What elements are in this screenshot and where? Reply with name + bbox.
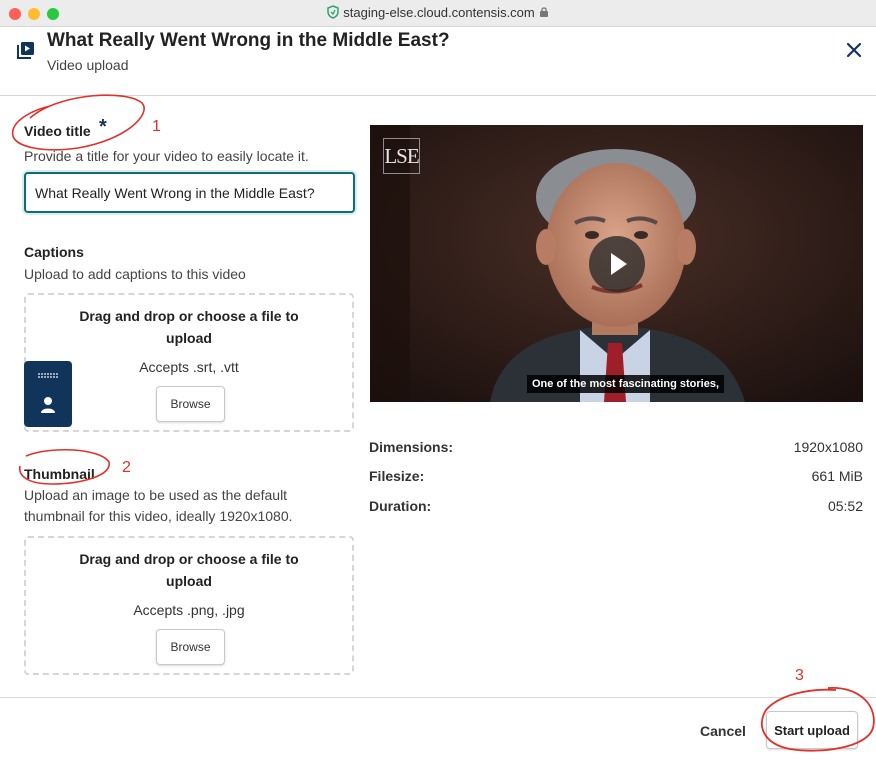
person-icon: [41, 397, 55, 413]
video-preview[interactable]: LSE One of the most fascinating stories,: [370, 125, 863, 402]
url-text: staging-else.cloud.contensis.com: [343, 5, 535, 20]
thumbnail-dropzone[interactable]: Drag and drop or choose a file to upload…: [24, 536, 354, 675]
thumbnail-browse-button[interactable]: Browse: [156, 629, 225, 665]
close-icon[interactable]: [844, 40, 864, 60]
annotation-number-2: 2: [122, 459, 131, 476]
meta-key-filesize: Filesize:: [369, 468, 425, 484]
meta-value-filesize: 661 MiB: [811, 468, 863, 484]
start-upload-button[interactable]: Start upload: [766, 711, 858, 749]
meta-value-duration: 05:52: [827, 498, 863, 514]
video-title-label: Video title: [24, 123, 91, 139]
captions-help: Upload to add captions to this video: [24, 266, 246, 282]
page-title: What Really Went Wrong in the Middle Eas…: [47, 30, 450, 51]
meta-key-dimensions: Dimensions:: [369, 439, 454, 455]
play-icon: [611, 253, 627, 275]
cancel-button[interactable]: Cancel: [700, 723, 746, 739]
play-button[interactable]: [589, 236, 645, 292]
address-bar[interactable]: staging-else.cloud.contensis.com: [0, 5, 876, 22]
captions-browse-button[interactable]: Browse: [156, 386, 225, 422]
captions-label: Captions: [24, 244, 84, 260]
captions-dropzone[interactable]: Drag and drop or choose a file to upload…: [24, 293, 354, 432]
browser-titlebar: staging-else.cloud.contensis.com: [0, 0, 876, 27]
annotation-number-1: 1: [152, 118, 161, 135]
thumbnail-help: Upload an image to be used as the defaul…: [24, 487, 293, 524]
footer-divider: [0, 697, 876, 698]
video-icon: [17, 41, 35, 64]
lse-logo: LSE: [383, 138, 420, 174]
annotation-number-3: 3: [795, 667, 804, 684]
thumbnail-drop-text: Drag and drop or choose a file to upload: [79, 551, 299, 589]
meta-key-duration: Duration:: [369, 498, 432, 514]
lock-icon: [539, 6, 549, 21]
shield-icon: [327, 5, 339, 22]
video-title-input[interactable]: [24, 172, 355, 213]
support-widget[interactable]: [24, 361, 72, 427]
thumbnail-label: Thumbnail: [24, 466, 95, 482]
required-indicator: *: [99, 116, 107, 138]
video-caption: One of the most fascinating stories,: [527, 375, 725, 393]
captions-accepts: Accepts .srt, .vtt: [139, 359, 239, 375]
header-divider: [0, 95, 876, 96]
meta-value-dimensions: 1920x1080: [793, 439, 863, 455]
video-title-help: Provide a title for your video to easily…: [24, 148, 309, 164]
captions-drop-text: Drag and drop or choose a file to upload: [79, 308, 299, 346]
page-subtitle: Video upload: [47, 57, 129, 73]
thumbnail-accepts: Accepts .png, .jpg: [133, 602, 245, 618]
